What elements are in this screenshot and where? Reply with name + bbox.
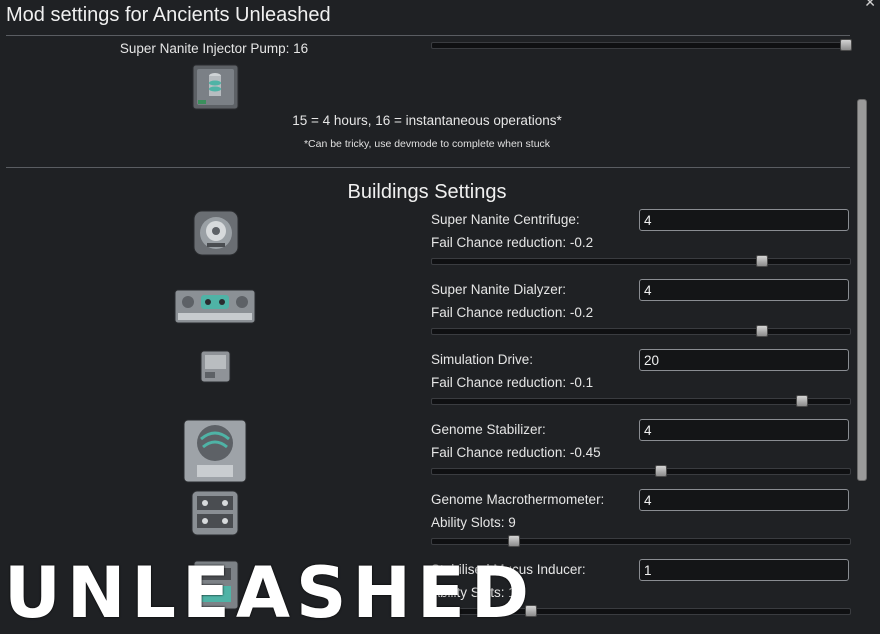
note-sub: *Can be tricky, use devmode to complete … (303, 138, 551, 150)
building-sub-label: Ability Slots: 9 (431, 515, 516, 530)
building-slider[interactable] (431, 535, 851, 547)
building-label: Simulation Drive: (431, 352, 534, 367)
building-label: Super Nanite Dialyzer: (431, 282, 567, 297)
watermark-logo: UNLEASHED (4, 552, 535, 634)
building-slider[interactable] (431, 255, 851, 267)
building-slider[interactable] (431, 325, 851, 337)
dialyzer-icon (174, 289, 256, 324)
building-value-input[interactable] (639, 489, 849, 511)
building-slider-thumb[interactable] (795, 395, 808, 407)
window-title: Mod settings for Ancients Unleashed (6, 4, 331, 26)
centrifuge-icon (193, 210, 239, 256)
building-slider-thumb[interactable] (508, 535, 521, 547)
building-value-input[interactable] (639, 279, 849, 301)
building-sub-label: Fail Chance reduction: -0.2 (431, 235, 594, 250)
genome-stabilizer-icon (183, 419, 247, 483)
simulation-drive-icon (200, 350, 231, 383)
building-value-input[interactable] (639, 559, 849, 581)
building-slider-thumb[interactable] (756, 255, 769, 267)
building-label: Genome Macrothermometer: (431, 492, 605, 507)
building-sub-label: Fail Chance reduction: -0.45 (431, 445, 601, 460)
macrothermometer-icon (191, 490, 239, 536)
divider-section (6, 167, 850, 168)
building-label: Genome Stabilizer: (431, 422, 546, 437)
building-slider-thumb[interactable] (654, 465, 667, 477)
section-title: Buildings Settings (347, 181, 507, 203)
building-slider-thumb[interactable] (756, 325, 769, 337)
scrollbar-thumb[interactable] (857, 99, 867, 481)
close-icon[interactable]: ✕ (864, 0, 876, 11)
note-main: 15 = 4 hours, 16 = instantaneous operati… (292, 113, 562, 128)
injector-pump-icon (192, 64, 239, 110)
building-sub-label: Fail Chance reduction: -0.2 (431, 305, 594, 320)
divider-top (6, 35, 850, 36)
building-value-input[interactable] (639, 209, 849, 231)
building-slider[interactable] (431, 395, 851, 407)
building-slider[interactable] (431, 465, 851, 477)
building-value-input[interactable] (639, 349, 849, 371)
building-label: Super Nanite Centrifuge: (431, 212, 580, 227)
pump-slider-thumb[interactable] (840, 39, 852, 51)
building-sub-label: Fail Chance reduction: -0.1 (431, 375, 594, 390)
pump-slider[interactable] (431, 39, 852, 51)
pump-label: Super Nanite Injector Pump: 16 (119, 41, 309, 56)
building-value-input[interactable] (639, 419, 849, 441)
